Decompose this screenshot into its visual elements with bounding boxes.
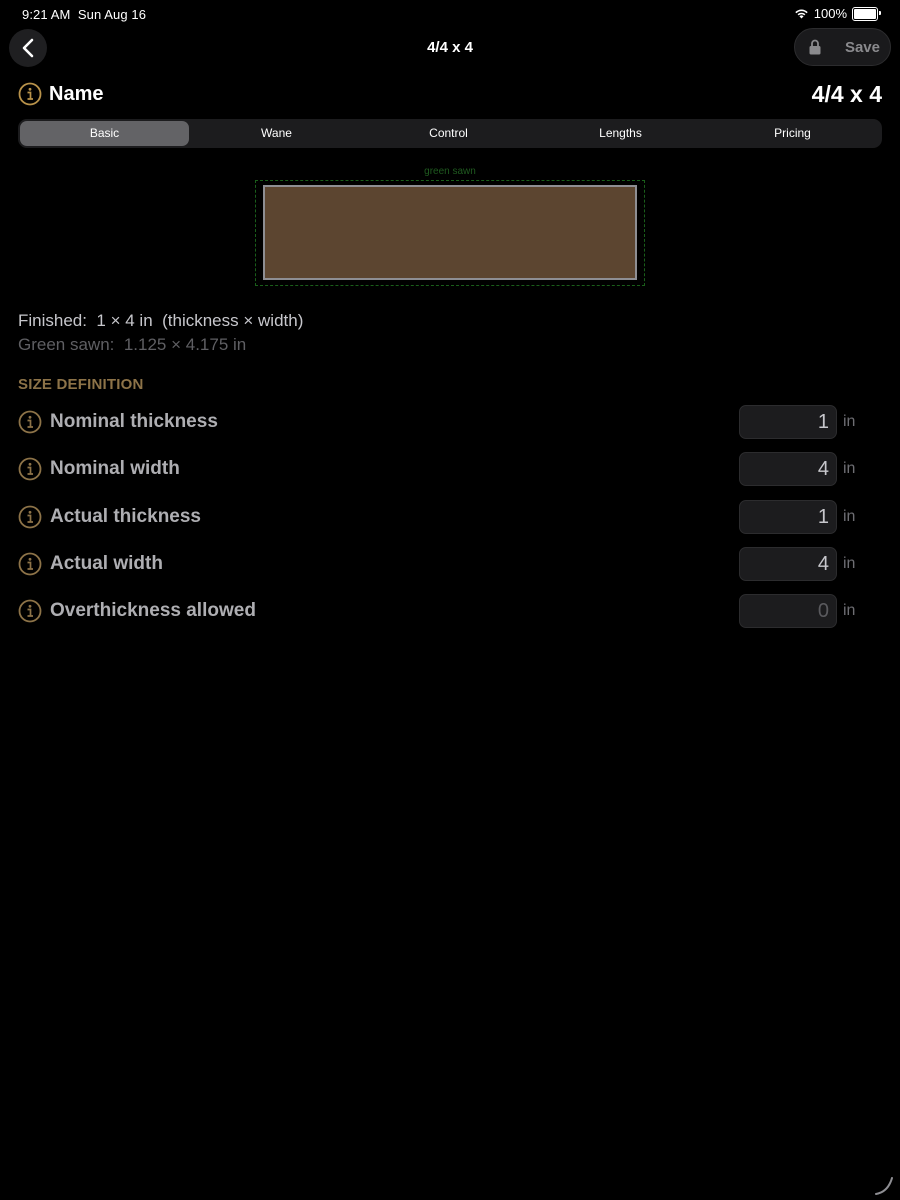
- battery-icon: [852, 6, 881, 21]
- info-icon[interactable]: [18, 599, 42, 623]
- field-label: Nominal thickness: [50, 411, 218, 432]
- status-bar: 9:21 AM Sun Aug 16 100%: [0, 0, 900, 28]
- tab-control[interactable]: Control: [364, 121, 533, 146]
- section-header: SIZE DEFINITION: [18, 376, 144, 393]
- field-row-nominal-thickness: Nominal thickness 1 in: [18, 405, 882, 439]
- navigation-bar: 4/4 x 4 Save: [0, 28, 900, 68]
- overthickness-allowed-input[interactable]: 0: [739, 594, 837, 628]
- field-label: Nominal width: [50, 458, 180, 479]
- battery-tip: [879, 10, 881, 15]
- actual-thickness-input[interactable]: 1: [739, 500, 837, 534]
- battery-level: [854, 8, 876, 19]
- save-button[interactable]: Save: [794, 28, 891, 66]
- green-sawn-dimensions: Green sawn: 1.125 × 4.175 in: [18, 335, 247, 354]
- field-label: Overthickness allowed: [50, 600, 256, 621]
- actual-width-input[interactable]: 4: [739, 547, 837, 581]
- name-value: 4/4 x 4: [811, 81, 882, 107]
- name-label: Name: [49, 83, 104, 105]
- save-label: Save: [844, 39, 880, 56]
- finished-board: [263, 185, 637, 280]
- info-icon[interactable]: [18, 552, 42, 576]
- info-icon[interactable]: [18, 505, 42, 529]
- nominal-thickness-input[interactable]: 1: [739, 405, 837, 439]
- field-row-nominal-width: Nominal width 4 in: [18, 452, 882, 486]
- battery-percent: 100%: [813, 6, 847, 21]
- tab-bar: Basic Wane Control Lengths Pricing: [18, 119, 882, 148]
- name-row: Name 4/4 x 4: [18, 80, 882, 110]
- tab-wane[interactable]: Wane: [192, 121, 361, 146]
- green-sawn-label: green sawn: [424, 166, 476, 177]
- field-row-actual-thickness: Actual thickness 1 in: [18, 500, 882, 534]
- wifi-icon: [795, 9, 808, 19]
- finished-dimensions: Finished: 1 × 4 in (thickness × width): [18, 311, 304, 330]
- info-icon[interactable]: [18, 457, 42, 481]
- info-icon[interactable]: [18, 82, 42, 106]
- field-row-actual-width: Actual width 4 in: [18, 547, 882, 581]
- lock-icon: [809, 39, 821, 55]
- nav-title: 4/4 x 4: [427, 39, 473, 56]
- status-indicators: 100%: [794, 6, 881, 21]
- status-time: 9:21 AM Sun Aug 16: [22, 7, 146, 22]
- status-clock: 9:21 AM: [22, 7, 71, 22]
- field-label: Actual thickness: [50, 506, 201, 527]
- unit-label: in: [843, 555, 856, 572]
- resize-handle-icon[interactable]: [874, 1174, 896, 1196]
- field-label: Actual width: [50, 553, 163, 574]
- tab-basic[interactable]: Basic: [20, 121, 189, 146]
- nominal-width-input[interactable]: 4: [739, 452, 837, 486]
- board-diagram: green sawn: [254, 164, 646, 288]
- unit-label: in: [843, 413, 856, 430]
- info-icon[interactable]: [18, 410, 42, 434]
- unit-label: in: [843, 602, 856, 619]
- tab-lengths[interactable]: Lengths: [536, 121, 705, 146]
- tab-pricing[interactable]: Pricing: [708, 121, 877, 146]
- unit-label: in: [843, 460, 856, 477]
- field-row-overthickness-allowed: Overthickness allowed 0 in: [18, 594, 882, 628]
- status-date: Sun Aug 16: [77, 7, 147, 22]
- unit-label: in: [843, 508, 856, 525]
